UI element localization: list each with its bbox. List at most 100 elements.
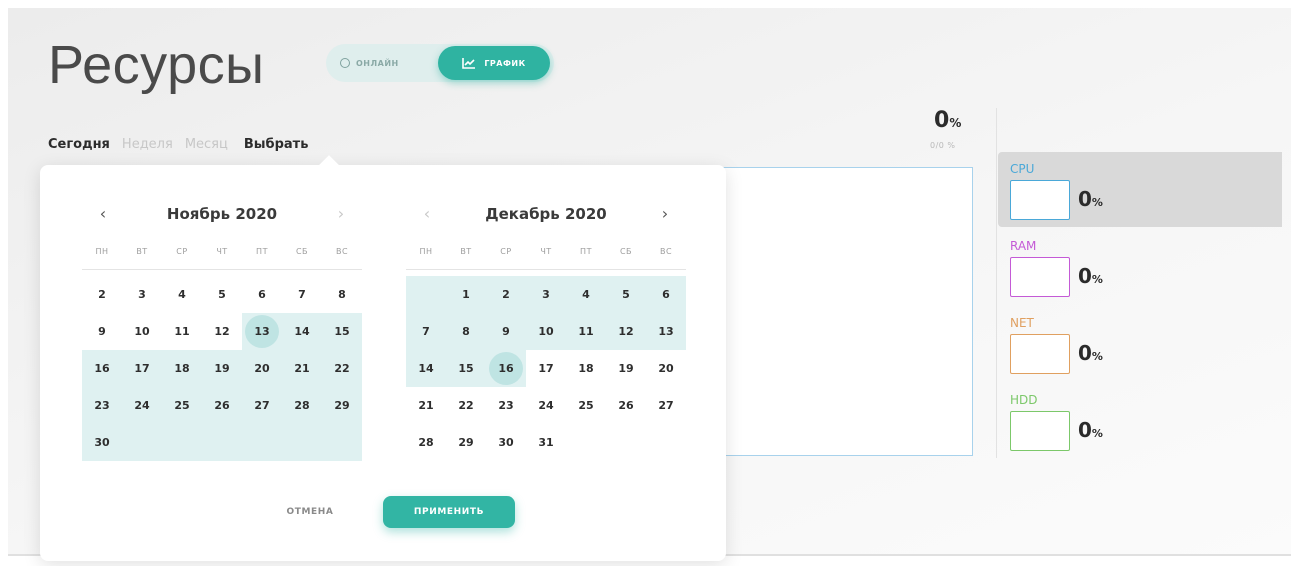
day-cell[interactable]: 11: [162, 313, 202, 350]
day-cell[interactable]: 12: [606, 313, 646, 350]
day-cell[interactable]: 10: [526, 313, 566, 350]
day-cell[interactable]: 4: [162, 276, 202, 313]
next-month-icon[interactable]: ›: [654, 203, 676, 225]
day-cell[interactable]: 5: [202, 276, 242, 313]
mode-graph-button[interactable]: ГРАФИК: [438, 46, 550, 80]
tab-choose[interactable]: Выбрать: [244, 137, 309, 152]
day-number: 27: [658, 399, 674, 412]
day-cell[interactable]: 6: [242, 276, 282, 313]
day-number: 5: [622, 288, 630, 301]
day-cell[interactable]: 17: [122, 350, 162, 387]
day-cell[interactable]: 20: [242, 350, 282, 387]
tab-month[interactable]: Месяц: [185, 137, 228, 152]
weekday-label: ВС: [659, 247, 673, 256]
day-cell[interactable]: 12: [202, 313, 242, 350]
day-cell[interactable]: 2: [82, 276, 122, 313]
day-cell[interactable]: 14: [282, 313, 322, 350]
day-cell[interactable]: 14: [406, 350, 446, 387]
cancel-button[interactable]: ОТМЕНА: [264, 499, 356, 525]
next-month-icon: ›: [337, 204, 345, 223]
tab-today[interactable]: Сегодня: [48, 137, 110, 152]
metric-unit: %: [1091, 273, 1103, 286]
day-cell[interactable]: 18: [566, 350, 606, 387]
day-cell[interactable]: 18: [162, 350, 202, 387]
day-cell[interactable]: 29: [446, 424, 486, 461]
metric-hdd[interactable]: HDD 0%: [998, 383, 1282, 458]
day-cell[interactable]: 28: [406, 424, 446, 461]
day-cell[interactable]: 15: [446, 350, 486, 387]
total-usage-unit: %: [949, 116, 962, 130]
day-cell[interactable]: 30: [82, 424, 122, 461]
day-cell[interactable]: 24: [122, 387, 162, 424]
day-cell[interactable]: 9: [486, 313, 526, 350]
day-cell[interactable]: 8: [322, 276, 362, 313]
metric-cpu[interactable]: CPU 0%: [998, 152, 1282, 227]
metric-label: NET: [1010, 316, 1034, 330]
day-cell[interactable]: 7: [282, 276, 322, 313]
mode-online-button[interactable]: ОНЛАЙН: [340, 44, 399, 82]
metric-swatch: [1010, 411, 1070, 451]
day-cell[interactable]: 29: [322, 387, 362, 424]
day-number: 21: [418, 399, 434, 412]
metric-net[interactable]: NET 0%: [998, 306, 1282, 381]
weekday-label: СБ: [619, 247, 633, 256]
day-number: 26: [618, 399, 634, 412]
day-cell[interactable]: 7: [406, 313, 446, 350]
day-cell[interactable]: 16: [82, 350, 122, 387]
day-cell[interactable]: 26: [606, 387, 646, 424]
day-cell[interactable]: 11: [566, 313, 606, 350]
apply-button[interactable]: ПРИМЕНИТЬ: [383, 496, 515, 528]
day-cell[interactable]: 6: [646, 276, 686, 313]
day-cell[interactable]: 13: [646, 313, 686, 350]
day-number: 7: [422, 325, 430, 338]
day-cell[interactable]: 27: [646, 387, 686, 424]
day-number: 6: [662, 288, 670, 301]
day-cell[interactable]: 20: [646, 350, 686, 387]
day-cell[interactable]: 8: [446, 313, 486, 350]
weekday-label: СР: [500, 247, 512, 256]
day-cell[interactable]: 22: [322, 350, 362, 387]
day-number: 25: [174, 399, 190, 412]
day-cell[interactable]: 1: [446, 276, 486, 313]
day-cell[interactable]: 17: [526, 350, 566, 387]
day-cell[interactable]: 23: [486, 387, 526, 424]
day-cell[interactable]: 9: [82, 313, 122, 350]
day-cell[interactable]: 19: [202, 350, 242, 387]
day-cell[interactable]: 31: [526, 424, 566, 461]
metric-unit: %: [1091, 350, 1103, 363]
day-cell[interactable]: 27: [242, 387, 282, 424]
day-cell[interactable]: 10: [122, 313, 162, 350]
day-cell[interactable]: 23: [82, 387, 122, 424]
day-cell[interactable]: 2: [486, 276, 526, 313]
day-cell[interactable]: 3: [122, 276, 162, 313]
day-cell[interactable]: 5: [606, 276, 646, 313]
day-number: 28: [418, 436, 434, 449]
weekday-label: СБ: [295, 247, 309, 256]
metric-ram[interactable]: RAM 0%: [998, 229, 1282, 304]
day-cell[interactable]: 4: [566, 276, 606, 313]
day-number: 24: [538, 399, 554, 412]
day-number: 21: [294, 362, 310, 375]
day-cell[interactable]: 15: [322, 313, 362, 350]
day-cell[interactable]: 16: [486, 350, 526, 387]
day-number: 6: [258, 288, 266, 301]
tab-week[interactable]: Неделя: [122, 137, 173, 152]
day-number: 22: [334, 362, 350, 375]
day-cell[interactable]: 21: [406, 387, 446, 424]
day-cell[interactable]: 28: [282, 387, 322, 424]
day-cell[interactable]: 30: [486, 424, 526, 461]
day-cell[interactable]: 13: [242, 313, 282, 350]
month-title: Ноябрь 2020: [166, 205, 278, 223]
total-usage-sub: 0/0 %: [930, 141, 956, 150]
day-cell[interactable]: 21: [282, 350, 322, 387]
view-mode-toggle[interactable]: ОНЛАЙН ГРАФИК: [326, 44, 554, 82]
day-cell[interactable]: 22: [446, 387, 486, 424]
day-cell[interactable]: 26: [202, 387, 242, 424]
day-cell[interactable]: 25: [162, 387, 202, 424]
weekday-label: ВТ: [460, 247, 472, 256]
day-cell[interactable]: 3: [526, 276, 566, 313]
day-cell[interactable]: 19: [606, 350, 646, 387]
circle-icon: [340, 58, 350, 68]
day-cell[interactable]: 25: [566, 387, 606, 424]
day-cell[interactable]: 24: [526, 387, 566, 424]
